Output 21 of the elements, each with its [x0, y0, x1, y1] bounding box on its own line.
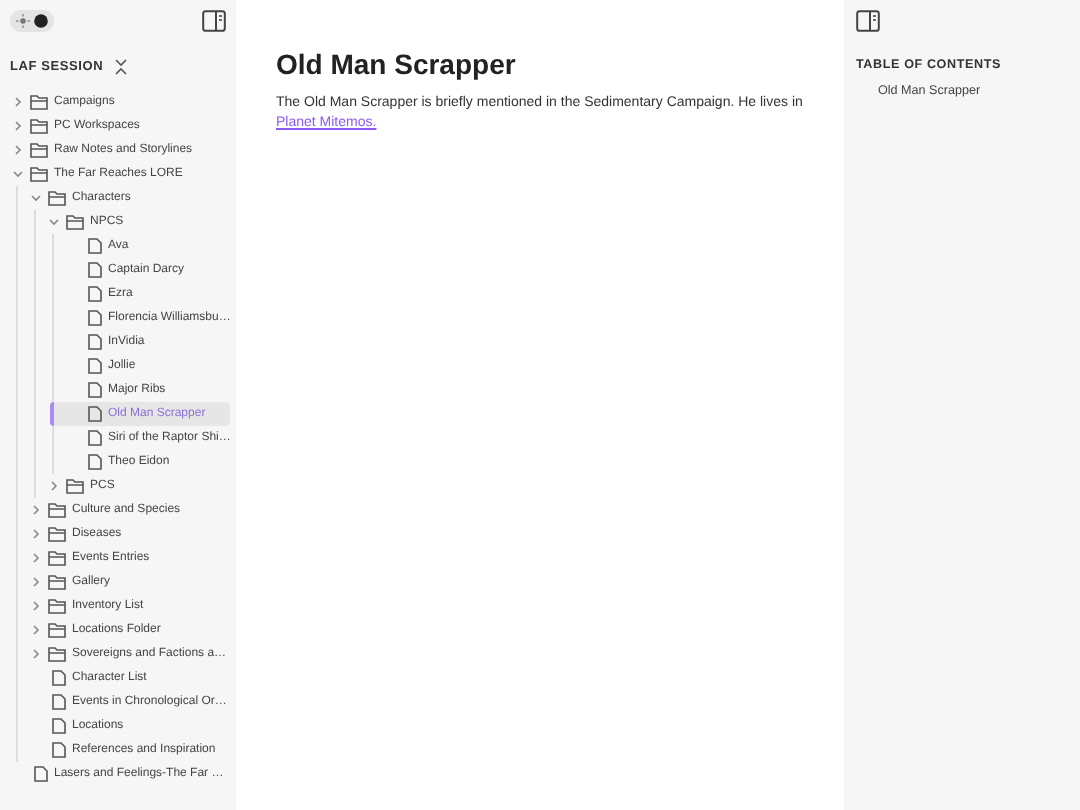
folder-icon	[48, 622, 66, 638]
page-title: Old Man Scrapper	[276, 48, 518, 80]
theme-toggle[interactable]	[10, 9, 54, 31]
folder-icon	[48, 574, 66, 590]
sidebar-toggle-icon[interactable]	[856, 10, 880, 32]
folder-icon	[48, 190, 66, 206]
folder-icon	[66, 478, 84, 494]
sun-icon	[16, 13, 30, 27]
folder-icon	[30, 142, 48, 158]
folder-icon	[48, 646, 66, 662]
sidebar-toggle-icon[interactable]	[202, 9, 226, 31]
folder-icon	[66, 214, 84, 230]
folder-icon	[30, 166, 48, 182]
collapse-all-icon[interactable]	[113, 57, 128, 75]
folder-icon	[48, 502, 66, 518]
folder-icon	[30, 118, 48, 134]
folder-icon	[48, 550, 66, 566]
folder-icon	[30, 94, 48, 110]
folder-icon	[48, 526, 66, 542]
folder-icon	[48, 598, 66, 614]
moon-icon	[34, 13, 48, 27]
